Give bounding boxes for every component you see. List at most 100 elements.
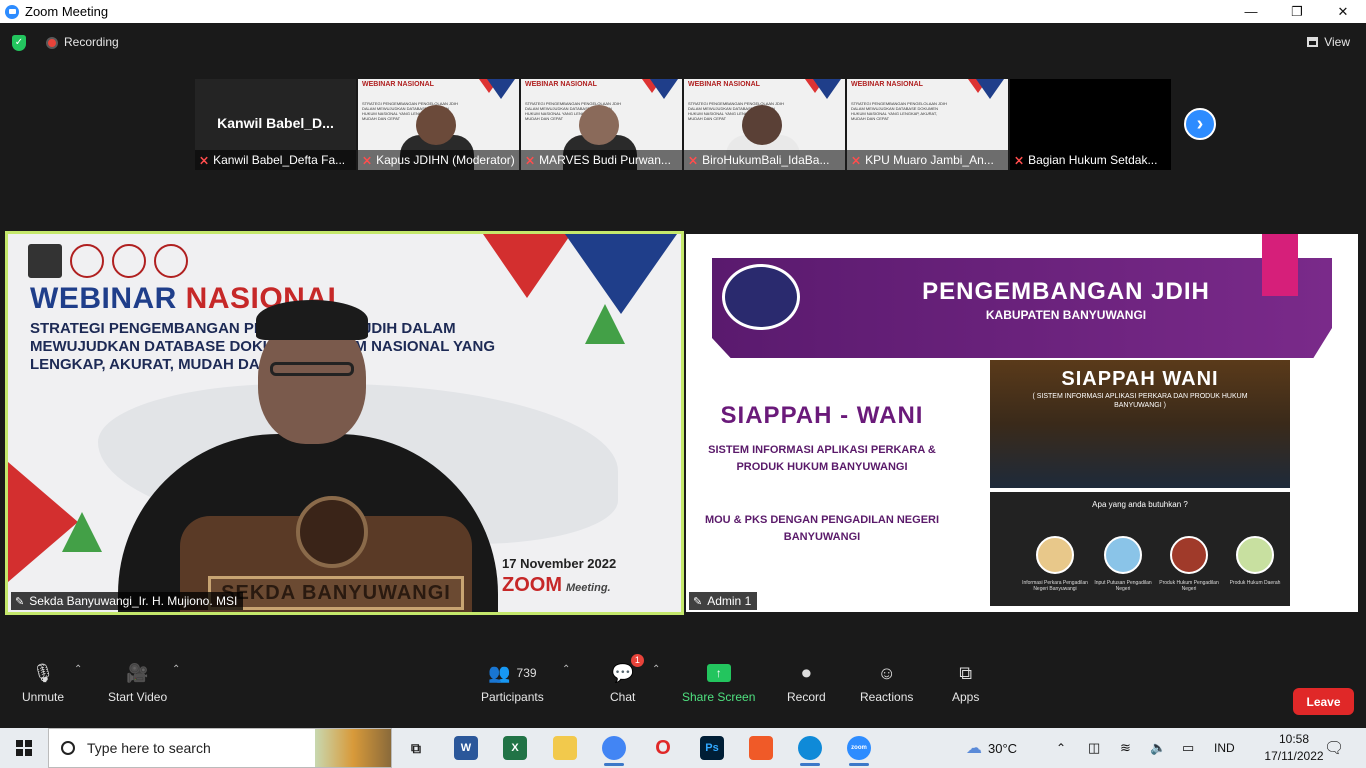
- participant-tile[interactable]: Kanwil Babel_D... ⨯ Kanwil Babel_Defta Fa…: [195, 79, 356, 170]
- bphn-logo-icon: [154, 244, 188, 278]
- participant-name: Kanwil Babel_Defta Fa...: [213, 153, 346, 167]
- close-window-button[interactable]: ✕: [1320, 0, 1366, 23]
- participant-video-head: [416, 105, 456, 145]
- banner-shape: [62, 512, 102, 552]
- view-grid-icon: [1307, 37, 1319, 47]
- photoshop-icon[interactable]: Ps: [700, 736, 724, 760]
- siappah-photo: SIAPPAH WANI ( SISTEM INFORMASI APLIKASI…: [990, 360, 1290, 488]
- zoom-app-icon[interactable]: zoom: [847, 736, 871, 766]
- window-controls: — ❐ ✕: [1228, 0, 1366, 23]
- slide-accent-bar: [1262, 234, 1298, 296]
- leave-button[interactable]: Leave: [1293, 688, 1354, 715]
- apps-label: Apps: [952, 690, 980, 704]
- record-button[interactable]: ⏺ Record: [787, 660, 826, 705]
- participant-tile[interactable]: WEBINAR NASIONAL STRATEGI PENGEMBANGAN P…: [847, 79, 1008, 170]
- participants-count: 739: [516, 666, 537, 680]
- participants-chevron-icon[interactable]: ⌃: [562, 664, 570, 675]
- notifications-icon[interactable]: 🗨: [1324, 728, 1344, 768]
- record-label: Record: [787, 690, 826, 704]
- muted-mic-icon: ⨯: [851, 153, 862, 167]
- wifi-icon[interactable]: ≋: [1120, 728, 1131, 768]
- minimize-button[interactable]: —: [1228, 0, 1274, 23]
- slide-subtitle: KABUPATEN BANYUWANGI: [985, 308, 1147, 322]
- speaker-hat: [256, 300, 368, 340]
- video-options-chevron-icon[interactable]: ⌃: [172, 664, 180, 675]
- banner-shape: [585, 304, 625, 344]
- zoom-meeting-brand: ZOOM Meeting.: [502, 574, 611, 597]
- participant-tile[interactable]: WEBINAR NASIONAL STRATEGI PENGEMBANGAN P…: [358, 79, 519, 170]
- jdih-logo-icon: [722, 264, 800, 330]
- reactions-button[interactable]: ☺ Reactions: [860, 660, 914, 705]
- edge-icon[interactable]: [798, 736, 822, 766]
- participant-tile[interactable]: WEBINAR NASIONAL STRATEGI PENGEMBANGAN P…: [521, 79, 682, 170]
- search-highlight-image: [315, 729, 391, 767]
- share-screen-label: Share Screen: [682, 690, 756, 704]
- next-page-arrow-icon[interactable]: ›: [1184, 108, 1216, 140]
- chat-label: Chat: [610, 690, 636, 704]
- app-option-label: Produk Hukum Daerah: [1229, 580, 1281, 586]
- foxit-icon[interactable]: [749, 736, 773, 760]
- participant-tile[interactable]: ⨯ Bagian Hukum Setdak...: [1010, 79, 1171, 170]
- maximize-button[interactable]: ❐: [1274, 0, 1320, 23]
- podium-emblem-icon: [296, 496, 368, 568]
- start-button[interactable]: [0, 728, 48, 768]
- participant-name: KPU Muaro Jambi_An...: [865, 153, 994, 167]
- task-view-icon[interactable]: ⧉: [404, 736, 428, 760]
- participants-icon: 👥 739: [488, 662, 537, 683]
- chat-chevron-icon[interactable]: ⌃: [652, 664, 660, 675]
- participants-label: Participants: [481, 690, 544, 704]
- search-placeholder: Type here to search: [87, 740, 211, 756]
- recording-dot-icon: [46, 37, 58, 49]
- file-explorer-icon[interactable]: [553, 736, 577, 760]
- opera-icon[interactable]: O: [651, 736, 675, 760]
- mou-text: MOU & PKS DENGAN PENGADILAN NEGERI BANYU…: [704, 514, 940, 543]
- reactions-icon: ☺: [877, 662, 896, 683]
- webinar-banner-text: STRATEGI PENGEMBANGAN PENGELOLAAN JDIH D…: [851, 101, 947, 121]
- start-video-button[interactable]: 🎥 Start Video: [108, 660, 167, 705]
- participant-tile[interactable]: WEBINAR NASIONAL STRATEGI PENGEMBANGAN P…: [684, 79, 845, 170]
- siappah-photo-subtitle: ( SISTEM INFORMASI APLIKASI PERKARA DAN …: [1032, 393, 1248, 409]
- kemenkumham-logo-icon: [28, 244, 62, 278]
- chat-button[interactable]: 💬 1 Chat: [610, 654, 644, 704]
- participants-button[interactable]: 👥 739 Participants: [481, 660, 544, 705]
- meeting-area: ✓ Recording View Kanwil Babel_D... ⨯ Kanw…: [0, 23, 1366, 728]
- excel-icon[interactable]: X: [503, 736, 527, 760]
- tray-overflow-chevron-icon[interactable]: ⌃: [1056, 728, 1066, 768]
- security-shield-icon[interactable]: ✓: [12, 35, 26, 51]
- battery-icon[interactable]: ▭: [1182, 728, 1194, 768]
- participant-name: Bagian Hukum Setdak...: [1028, 153, 1158, 167]
- muted-mic-icon: ⨯: [525, 153, 536, 167]
- meet-now-icon[interactable]: ◫: [1088, 728, 1100, 768]
- speaker-name-label: ✎ Sekda Banyuwangi_Ir. H. Mujiono. MSI: [11, 592, 244, 610]
- app-option-label: Produk Hukum Pengadilan Negeri: [1159, 580, 1219, 592]
- webinar-banner-title: WEBINAR NASIONAL: [525, 81, 597, 88]
- chrome-icon[interactable]: [602, 736, 626, 766]
- muted-mic-icon: ⨯: [1014, 153, 1025, 167]
- unmute-button[interactable]: 🎙 Unmute: [22, 660, 64, 705]
- volume-icon[interactable]: 🔈: [1150, 728, 1166, 768]
- participant-caption: ⨯ Bagian Hukum Setdak...: [1010, 150, 1171, 170]
- apps-button[interactable]: ⧉ Apps: [952, 660, 980, 705]
- input-language[interactable]: IND: [1214, 728, 1235, 768]
- banner-logos: [28, 244, 188, 278]
- participants-strip: Kanwil Babel_D... ⨯ Kanwil Babel_Defta Fa…: [195, 79, 1171, 170]
- banner-shape: [976, 79, 1004, 99]
- taskbar-clock[interactable]: 10:58 17/11/2022: [1262, 731, 1326, 765]
- shared-name: Admin 1: [707, 594, 752, 608]
- banner-shape: [813, 79, 841, 99]
- participant-caption: ⨯ Kapus JDIHN (Moderator): [358, 150, 519, 170]
- window-titlebar: Zoom Meeting — ❐ ✕: [0, 0, 1366, 23]
- word-icon[interactable]: W: [454, 736, 478, 760]
- view-button[interactable]: View: [1307, 35, 1350, 49]
- share-screen-button[interactable]: ↑ Share Screen: [682, 660, 755, 704]
- recording-label[interactable]: Recording: [64, 35, 119, 49]
- reactions-label: Reactions: [860, 690, 914, 704]
- webinar-banner-title: WEBINAR NASIONAL: [851, 81, 923, 88]
- participant-big-name: Kanwil Babel_D...: [217, 115, 334, 131]
- taskbar-search-box[interactable]: Type here to search: [48, 728, 392, 768]
- weather-widget[interactable]: ☁ 30°C: [966, 728, 1017, 768]
- g20-logo-icon: [112, 244, 146, 278]
- app-option-label: Informasi Perkara Pengadilan Negeri Bany…: [1022, 580, 1088, 592]
- app-option-label: Input Putusan Pengadilan Negeri: [1094, 580, 1152, 592]
- audio-options-chevron-icon[interactable]: ⌃: [74, 664, 82, 675]
